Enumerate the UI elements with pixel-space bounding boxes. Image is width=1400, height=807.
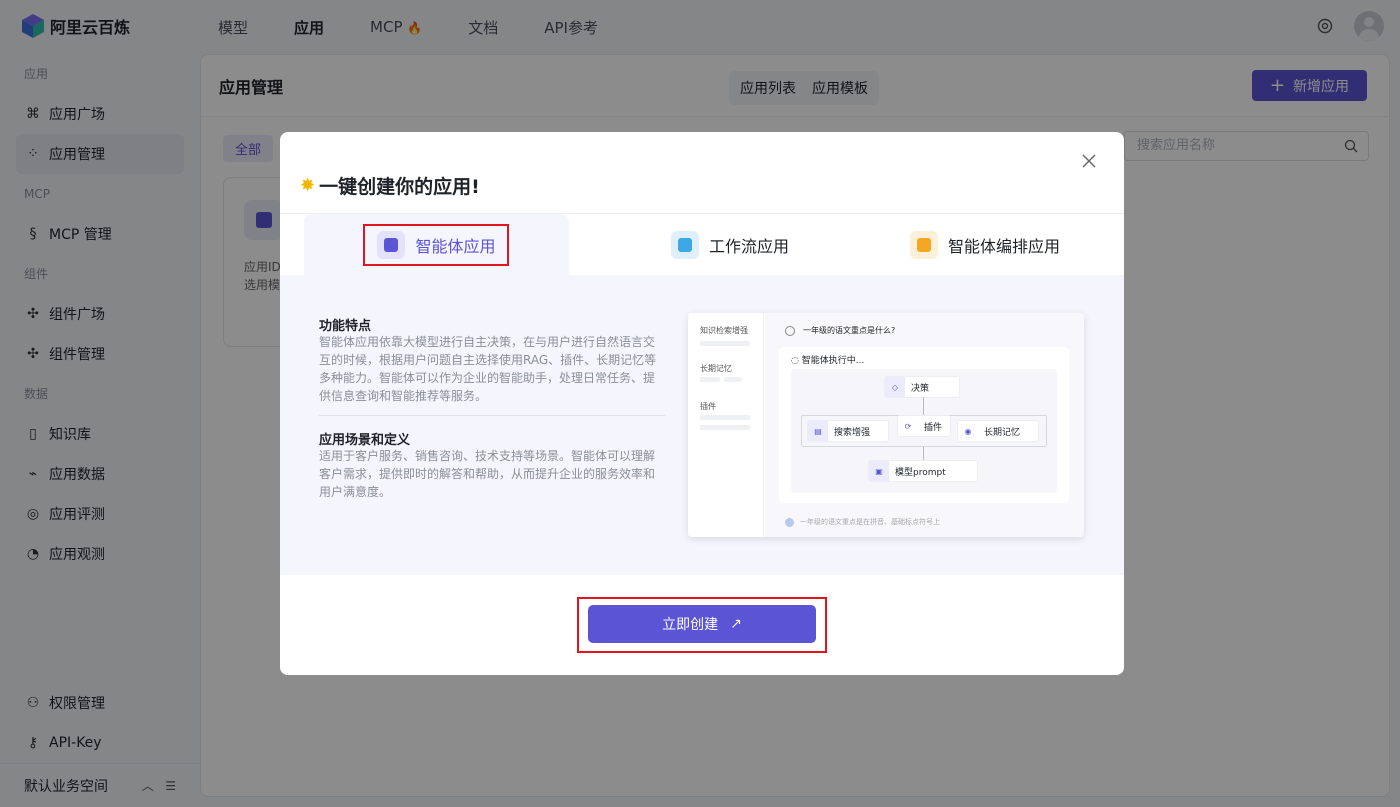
flow-arrow — [923, 397, 924, 415]
node-search: ▤ 搜索增强 — [808, 421, 888, 441]
close-icon[interactable] — [1080, 152, 1098, 170]
modal-tabs: 智能体应用 工作流应用 智能体编排应用 — [280, 213, 1124, 276]
decision-icon: ◇ — [885, 377, 905, 397]
node-plugin: ⟳ 插件 — [898, 416, 950, 436]
node-label: 插件 — [924, 422, 943, 433]
preview-bar — [700, 415, 750, 420]
preview-bar — [700, 341, 750, 346]
flow-arrow — [923, 447, 924, 461]
modal-footer: 立即创建 ↗ — [280, 575, 1124, 675]
tab-orchestration-label: 智能体编排应用 — [947, 237, 1060, 256]
preview-footer: 一年级的语文重点是在拼音、基础标点符号上 — [785, 517, 940, 527]
preview-card: ◌ 智能体执行中... ◇ 决策 ▤ 搜索增强 ⟳ 插件 ◉ 长期记忆 ▣ 模型… — [779, 347, 1069, 503]
tab-workflow-app[interactable]: 工作流应用 — [600, 214, 860, 276]
memory-icon: ◉ — [958, 421, 978, 441]
node-label: 搜索增强 — [834, 427, 871, 438]
preview-bar — [700, 425, 750, 430]
node-label: 长期记忆 — [984, 427, 1021, 438]
preview-running: ◌ 智能体执行中... — [791, 356, 865, 366]
preview-running-text: 智能体执行中... — [801, 356, 865, 366]
features-text: 智能体应用依靠大模型进行自主决策，在与用户进行自然语言交互的时候，根据用户问题自… — [319, 335, 657, 403]
modal-title: ✸ 一键创建你的应用! — [300, 172, 480, 199]
orchestration-app-icon — [909, 231, 938, 259]
preview-flow: ◇ 决策 ▤ 搜索增强 ⟳ 插件 ◉ 长期记忆 ▣ 模型prompt — [791, 369, 1057, 493]
model-icon: ▣ — [869, 461, 889, 481]
scenes-text: 适用于客户服务、销售咨询、技术支持等场景。智能体可以理解客户需求，提供即时的解答… — [319, 449, 656, 499]
preview-group: ▤ 搜索增强 ⟳ 插件 ◉ 长期记忆 — [801, 415, 1047, 447]
node-label: 决策 — [911, 383, 930, 394]
preview-bar — [700, 377, 720, 382]
preview-main: 一年级的语文重点是什么? ◌ 智能体执行中... ◇ 决策 ▤ 搜索增强 ⟳ 插… — [765, 313, 1084, 537]
user-icon — [785, 325, 795, 336]
scenes-title: 应用场景和定义 — [319, 433, 411, 448]
workflow-app-icon — [670, 231, 699, 259]
create-app-modal: ✸ 一键创建你的应用! 智能体应用 工作流应用 智能体编排应用 功能特点 智能体… — [280, 132, 1124, 675]
divider — [319, 415, 665, 416]
modal-title-text: 一键创建你的应用! — [319, 176, 480, 198]
tab-workflow-app-label: 工作流应用 — [708, 237, 789, 256]
tab-agent-orchestration-app[interactable]: 智能体编排应用 — [870, 214, 1100, 276]
search-doc-icon: ▤ — [808, 421, 828, 441]
preview-side-label: 知识检索增强 — [700, 326, 748, 335]
node-memory: ◉ 长期记忆 — [958, 421, 1038, 441]
preview-question: 一年级的语文重点是什么? — [785, 325, 895, 336]
node-model-prompt: ▣ 模型prompt — [869, 461, 977, 481]
modal-body: 功能特点 智能体应用依靠大模型进行自主决策，在与用户进行自然语言交互的时候，根据… — [280, 275, 1124, 575]
preview-footer-text: 一年级的语文重点是在拼音、基础标点符号上 — [800, 518, 940, 526]
node-decision: ◇ 决策 — [885, 377, 959, 397]
features-title: 功能特点 — [319, 319, 372, 334]
agent-preview-illustration: 知识检索增强 长期记忆 插件 一年级的语文重点是什么? ◌ 智能体执行中... — [688, 313, 1084, 537]
preview-side-label: 长期记忆 — [700, 364, 732, 373]
assistant-icon — [785, 517, 794, 527]
preview-question-text: 一年级的语文重点是什么? — [803, 326, 896, 335]
preview-sidebar: 知识检索增强 长期记忆 插件 — [688, 313, 764, 537]
preview-side-label: 插件 — [700, 402, 716, 411]
highlight-box-agent-tab — [363, 224, 509, 266]
highlight-box-create-button — [577, 597, 827, 653]
plugin-icon: ⟳ — [898, 416, 918, 436]
node-label: 模型prompt — [895, 467, 946, 478]
sparkle-icon: ✸ — [300, 175, 316, 196]
preview-bar — [724, 377, 742, 382]
